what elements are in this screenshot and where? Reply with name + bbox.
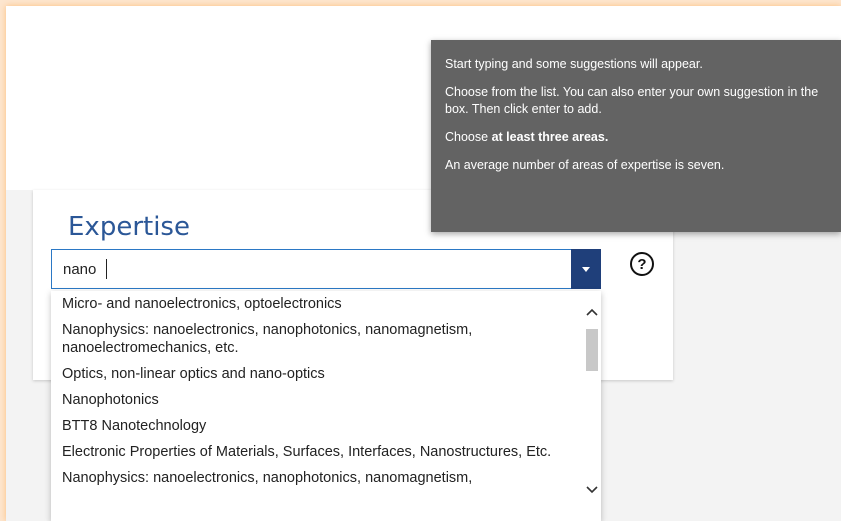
page: Expertise ? Micro- and nanoelectronics, … bbox=[6, 6, 841, 521]
suggestion-item[interactable]: Nanophysics: nanoelectronics, nanophoton… bbox=[51, 465, 581, 491]
suggestions-list[interactable]: Micro- and nanoelectronics, optoelectron… bbox=[51, 291, 601, 521]
suggestion-item[interactable]: Micro- and nanoelectronics, optoelectron… bbox=[51, 291, 581, 317]
question-circle-icon[interactable]: ? bbox=[630, 252, 654, 276]
suggestion-item[interactable]: Optics, non-linear optics and nano-optic… bbox=[51, 361, 581, 387]
dropdown-button[interactable] bbox=[571, 249, 601, 289]
chevron-down-icon bbox=[582, 266, 590, 272]
chevron-up-icon[interactable] bbox=[582, 303, 601, 321]
tooltip-line-4: An average number of areas of expertise … bbox=[445, 158, 725, 172]
suggestion-item[interactable]: BTT8 Nanotechnology bbox=[51, 413, 581, 439]
expertise-input[interactable] bbox=[52, 250, 572, 288]
tooltip-line-3-bold: at least three areas. bbox=[491, 130, 609, 144]
suggestion-item[interactable]: Nanophotonics bbox=[51, 387, 581, 413]
tooltip-line-3: Choose at least three areas. bbox=[445, 129, 827, 146]
suggestion-items: Micro- and nanoelectronics, optoelectron… bbox=[51, 291, 581, 491]
tooltip-line-3-prefix: Choose bbox=[445, 130, 492, 144]
expertise-title: Expertise bbox=[68, 212, 190, 242]
help-tooltip: Start typing and some suggestions will a… bbox=[431, 40, 841, 232]
chevron-down-icon[interactable] bbox=[582, 481, 601, 499]
scroll-thumb[interactable] bbox=[586, 329, 598, 371]
expertise-combobox[interactable] bbox=[51, 249, 601, 289]
tooltip-line-2: Choose from the list. You can also enter… bbox=[445, 85, 819, 116]
suggestion-item[interactable]: Nanophysics: nanoelectronics, nanophoton… bbox=[51, 317, 581, 361]
suggestions-scrollbar[interactable] bbox=[582, 291, 601, 521]
text-caret bbox=[106, 259, 107, 279]
tooltip-line-1: Start typing and some suggestions will a… bbox=[445, 57, 703, 71]
suggestion-item[interactable]: Electronic Properties of Materials, Surf… bbox=[51, 439, 581, 465]
